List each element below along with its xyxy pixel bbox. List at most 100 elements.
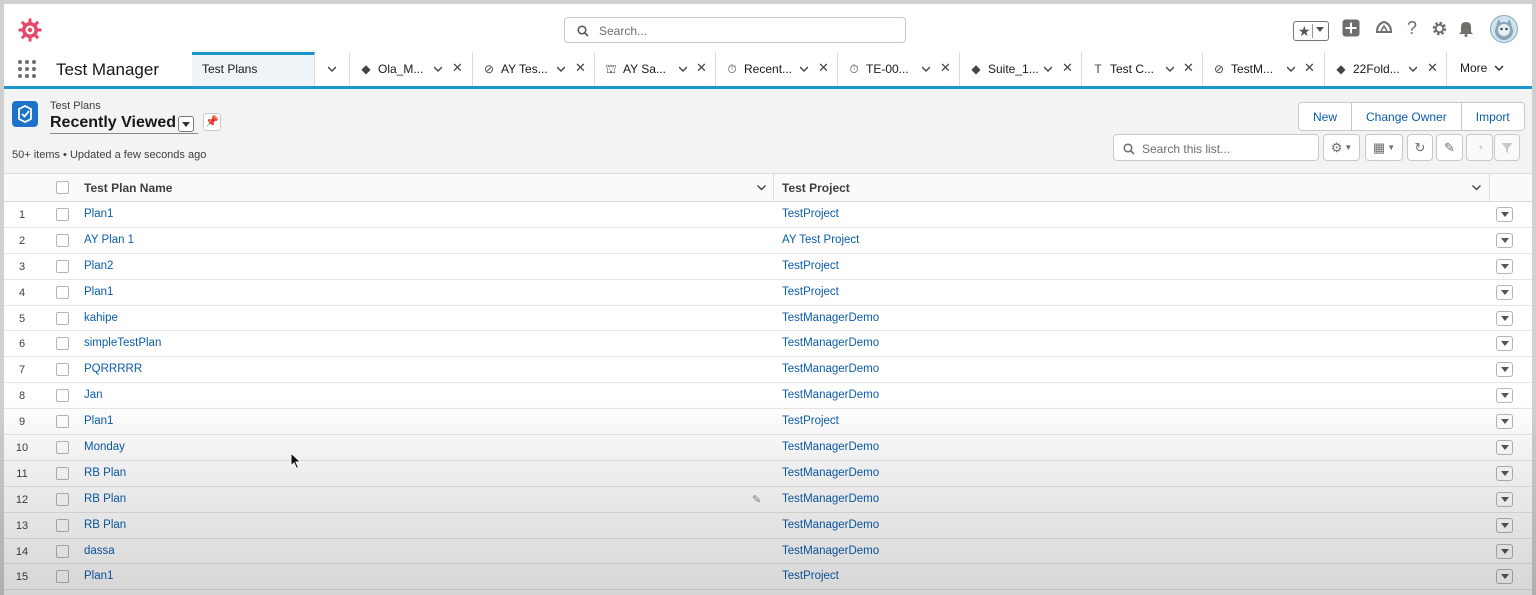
column-header-test-plan-name[interactable]: Test Plan Name: [84, 181, 172, 195]
test-project-link[interactable]: TestManagerDemo: [782, 389, 879, 401]
close-icon[interactable]: ✕: [452, 60, 463, 76]
edit-list-button[interactable]: ✎: [1436, 134, 1463, 161]
test-plan-link[interactable]: Jan: [84, 389, 103, 401]
tab-testm[interactable]: ⊘ TestM... ✕: [1203, 52, 1325, 86]
row-actions-button[interactable]: [1496, 232, 1513, 248]
test-plan-link[interactable]: AY Plan 1: [84, 234, 134, 246]
row-actions-button[interactable]: [1496, 440, 1513, 456]
new-button[interactable]: New: [1299, 103, 1353, 130]
row-checkbox[interactable]: [56, 415, 69, 429]
row-actions-button[interactable]: [1496, 362, 1513, 378]
app-launcher-icon[interactable]: [18, 60, 36, 78]
chevron-down-icon[interactable]: [1409, 65, 1417, 73]
bell-icon[interactable]: [1456, 18, 1476, 38]
tab-te-00[interactable]: ⏱ TE-00... ✕: [838, 52, 960, 86]
charts-button[interactable]: ◔: [1466, 134, 1493, 161]
test-plan-link[interactable]: Plan1: [84, 415, 113, 427]
test-project-link[interactable]: TestManagerDemo: [782, 545, 879, 557]
row-checkbox[interactable]: [56, 492, 69, 506]
row-actions-button[interactable]: [1496, 414, 1513, 430]
test-plan-link[interactable]: RB Plan: [84, 493, 126, 505]
close-icon[interactable]: ✕: [818, 60, 829, 76]
test-project-link[interactable]: TestProject: [782, 208, 839, 220]
row-actions-button[interactable]: [1496, 310, 1513, 326]
row-checkbox[interactable]: [56, 311, 69, 325]
close-icon[interactable]: ✕: [1062, 60, 1073, 76]
chevron-down-icon[interactable]: [922, 65, 930, 73]
app-logo-icon[interactable]: [18, 18, 42, 42]
help-icon[interactable]: ?: [1402, 18, 1422, 38]
display-as-button[interactable]: ▦ ▼: [1365, 134, 1403, 161]
test-project-link[interactable]: TestManagerDemo: [782, 467, 879, 479]
tab-recent[interactable]: ⏱ Recent... ✕: [716, 52, 838, 86]
column-divider[interactable]: [773, 174, 774, 201]
row-checkbox[interactable]: [56, 389, 69, 403]
test-plan-link[interactable]: simpleTestPlan: [84, 337, 161, 349]
row-checkbox[interactable]: [56, 285, 69, 299]
global-search[interactable]: [564, 17, 906, 43]
test-plan-link[interactable]: Plan2: [84, 260, 113, 272]
refresh-button[interactable]: ↻: [1407, 134, 1433, 161]
test-project-link[interactable]: TestProject: [782, 415, 839, 427]
test-project-link[interactable]: TestManagerDemo: [782, 441, 879, 453]
row-actions-button[interactable]: [1496, 258, 1513, 274]
row-actions-button[interactable]: [1496, 207, 1513, 222]
test-plan-link[interactable]: kahipe: [84, 312, 118, 324]
row-actions-button[interactable]: [1496, 569, 1513, 585]
list-view-picker-icon[interactable]: [178, 116, 194, 132]
row-actions-button[interactable]: [1496, 491, 1513, 507]
tab-test-plans[interactable]: Test Plans: [192, 52, 315, 86]
row-checkbox[interactable]: [56, 441, 69, 455]
row-actions-button[interactable]: [1496, 465, 1513, 481]
tab-ay-tes[interactable]: ⊘ AY Tes... ✕: [473, 52, 595, 86]
chevron-down-icon[interactable]: [757, 183, 766, 192]
tab-22fold[interactable]: ◆ 22Fold... ✕: [1325, 52, 1447, 86]
close-icon[interactable]: ✕: [1304, 60, 1315, 76]
test-plan-link[interactable]: Plan1: [84, 208, 113, 220]
row-checkbox[interactable]: [56, 518, 69, 532]
row-checkbox[interactable]: [56, 363, 69, 377]
tab-test-plans-menu[interactable]: [315, 52, 350, 86]
chevron-down-icon[interactable]: [1166, 65, 1174, 73]
row-actions-button[interactable]: [1496, 388, 1513, 404]
test-project-link[interactable]: TestManagerDemo: [782, 363, 879, 375]
test-project-link[interactable]: TestManagerDemo: [782, 312, 879, 324]
row-checkbox[interactable]: [56, 466, 69, 480]
column-header-test-project[interactable]: Test Project: [782, 181, 850, 195]
row-actions-button[interactable]: [1496, 336, 1513, 352]
row-actions-button[interactable]: [1496, 543, 1513, 559]
pin-icon[interactable]: 📌: [203, 113, 221, 131]
trailhead-icon[interactable]: [1374, 18, 1394, 38]
row-checkbox[interactable]: [56, 544, 69, 558]
chevron-down-icon[interactable]: [800, 65, 808, 73]
list-view-name[interactable]: Recently Viewed: [50, 114, 176, 132]
favorites-dropdown-icon[interactable]: [1316, 27, 1324, 32]
test-project-link[interactable]: TestManagerDemo: [782, 337, 879, 349]
column-divider[interactable]: [1489, 174, 1490, 201]
test-project-link[interactable]: TestManagerDemo: [782, 493, 879, 505]
row-checkbox[interactable]: [56, 233, 69, 247]
row-checkbox[interactable]: [56, 337, 69, 351]
close-icon[interactable]: ✕: [1427, 60, 1438, 76]
list-search-input[interactable]: [1140, 139, 1314, 159]
test-project-link[interactable]: TestManagerDemo: [782, 519, 879, 531]
test-plan-link[interactable]: RB Plan: [84, 519, 126, 531]
row-checkbox[interactable]: [56, 208, 69, 221]
test-project-link[interactable]: TestProject: [782, 286, 839, 298]
import-button[interactable]: Import: [1461, 103, 1524, 130]
test-project-link[interactable]: AY Test Project: [782, 234, 859, 246]
close-icon[interactable]: ✕: [575, 60, 586, 76]
filter-button[interactable]: [1494, 134, 1520, 161]
list-search[interactable]: [1113, 134, 1319, 161]
test-plan-link[interactable]: dassa: [84, 545, 115, 557]
tab-ola-m[interactable]: ◆ Ola_M... ✕: [350, 52, 473, 86]
chevron-down-icon[interactable]: [1287, 65, 1295, 73]
row-actions-button[interactable]: [1496, 284, 1513, 300]
gear-icon[interactable]: [1429, 18, 1449, 38]
pencil-icon[interactable]: ✎: [752, 493, 761, 506]
test-plan-link[interactable]: PQRRRRR: [84, 363, 142, 375]
row-checkbox[interactable]: [56, 570, 69, 584]
row-actions-button[interactable]: [1496, 517, 1513, 533]
tab-suite-1[interactable]: ◆ Suite_1... ✕: [960, 52, 1082, 86]
close-icon[interactable]: ✕: [940, 60, 951, 76]
